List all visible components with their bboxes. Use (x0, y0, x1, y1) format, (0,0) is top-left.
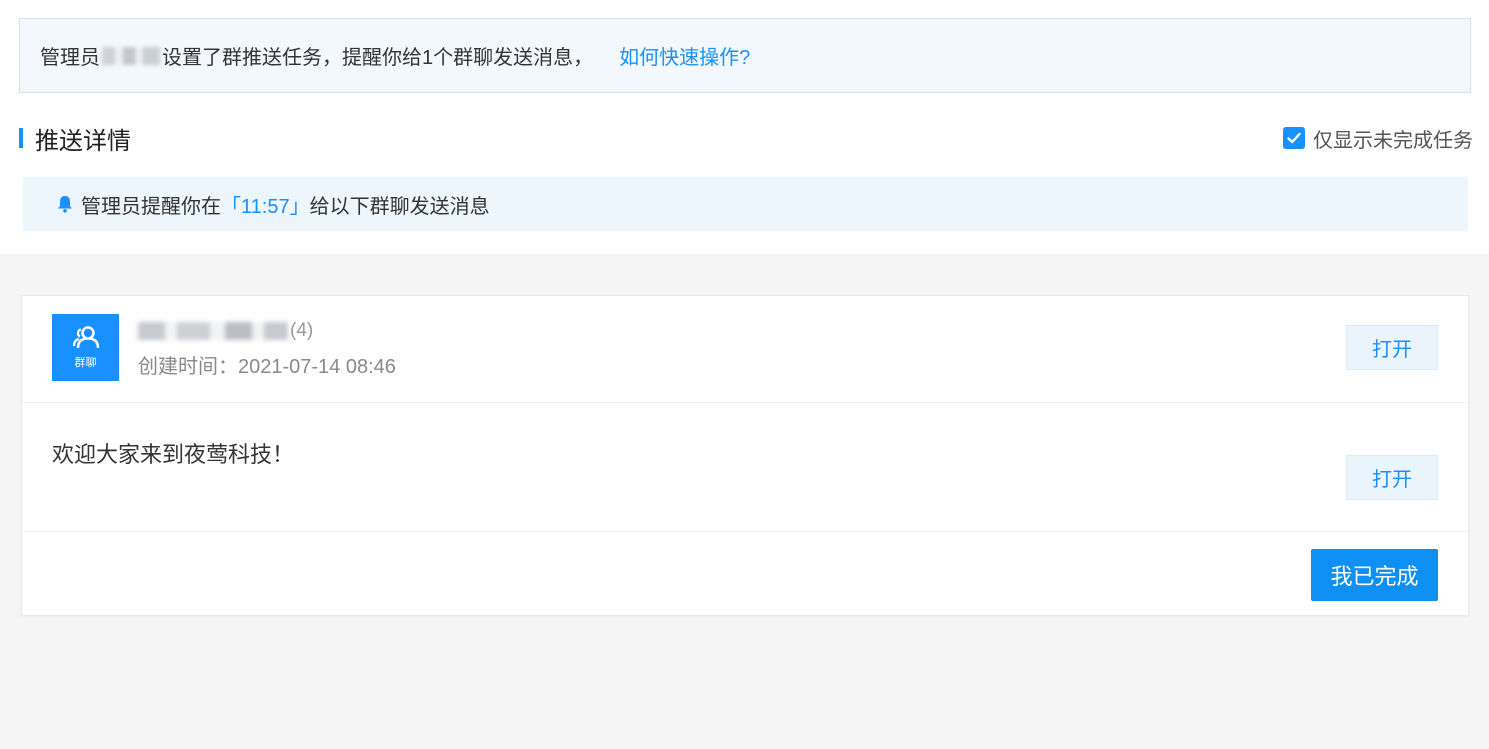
reminder-time: 「11:57」 (221, 195, 310, 218)
section-header: 推送详情 仅显示未完成任务 (19, 120, 1473, 156)
blurred-group-name (138, 322, 288, 340)
avatar-label: 群聊 (74, 356, 97, 369)
open-group-button[interactable]: 打开 (1346, 325, 1438, 370)
member-count: (4) (290, 320, 314, 341)
group-name: (4) (138, 316, 396, 346)
filter-label: 仅显示未完成任务 (1313, 129, 1473, 152)
blurred-admin-name (102, 46, 160, 65)
check-icon[interactable] (1283, 127, 1305, 149)
created-label: 创建时间： (138, 356, 238, 378)
card-header: 群聊 (4) 创建时间：2021-07-14 08:46 打开 (22, 296, 1468, 403)
task-list-area: 群聊 (4) 创建时间：2021-07-14 08:46 打开 欢迎大家来到夜莺… (0, 254, 1489, 749)
mark-done-button[interactable]: 我已完成 (1311, 549, 1438, 601)
group-task-card: 群聊 (4) 创建时间：2021-07-14 08:46 打开 欢迎大家来到夜莺… (21, 295, 1469, 616)
created-at: 2021-07-14 08:46 (238, 356, 396, 378)
how-to-link[interactable]: 如何快速操作? (619, 41, 750, 70)
notice-text: 设置了群推送任务，提醒你给1个群聊发送消息， (162, 47, 594, 69)
open-message-button[interactable]: 打开 (1346, 455, 1438, 500)
group-icon (72, 325, 99, 348)
reminder-suffix: 给以下群聊发送消息 (309, 195, 490, 218)
top-section: 管理员 设置了群推送任务，提醒你给1个群聊发送消息， 如何快速操作? 推送详情 … (0, 0, 1489, 254)
title-wrap: 推送详情 (19, 121, 131, 156)
bell-icon (57, 195, 73, 213)
message-row: 欢迎大家来到夜莺科技！ 打开 (22, 403, 1468, 532)
message-text: 欢迎大家来到夜莺科技！ (52, 442, 295, 467)
task-notice-banner: 管理员 设置了群推送任务，提醒你给1个群聊发送消息， 如何快速操作? (19, 18, 1471, 93)
group-info: (4) 创建时间：2021-07-14 08:46 (138, 316, 396, 379)
title-accent-bar (19, 128, 23, 148)
card-footer: 我已完成 (22, 532, 1468, 618)
section-title: 推送详情 (35, 127, 131, 155)
reminder-bar: 管理员提醒你在 「11:57」 给以下群聊发送消息 (23, 177, 1468, 231)
create-time: 创建时间：2021-07-14 08:46 (138, 350, 396, 379)
notice-prefix: 管理员 (40, 47, 100, 69)
group-avatar: 群聊 (52, 314, 119, 381)
reminder-prefix: 管理员提醒你在 (81, 195, 221, 218)
incomplete-only-filter[interactable]: 仅显示未完成任务 (1283, 124, 1473, 153)
